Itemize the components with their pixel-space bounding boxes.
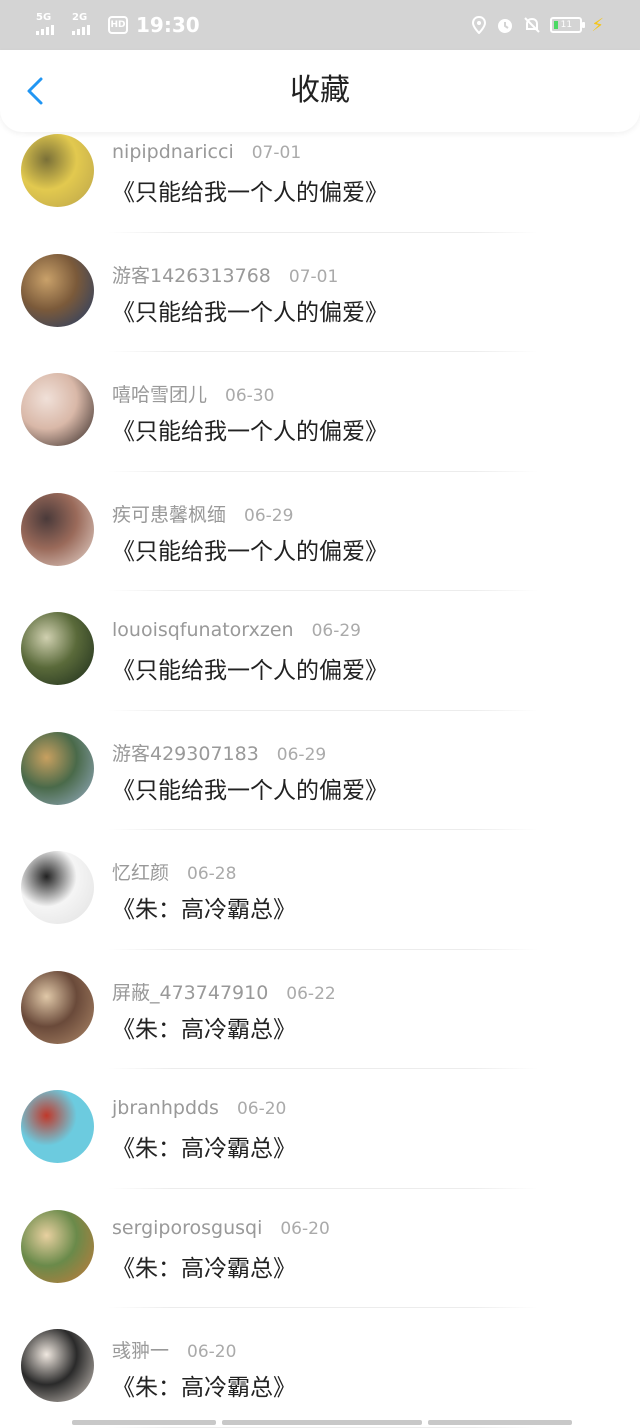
item-meta: 嘻哈雪团儿 06-30 <box>112 380 275 407</box>
item-meta: 疾可患馨枫缅 06-29 <box>112 500 294 527</box>
book-title[interactable]: 《只能给我一个人的偏爱》 <box>112 532 388 566</box>
list-item[interactable]: 忆红颜 06-28 《朱：高冷霸总》 <box>0 830 640 950</box>
list-item[interactable]: 屏蔽_473747910 06-22 《朱：高冷霸总》 <box>0 950 640 1069</box>
signal-5g-icon: 5G <box>36 13 64 37</box>
username[interactable]: 游客1426313768 <box>112 261 271 288</box>
book-title[interactable]: 《朱：高冷霸总》 <box>112 1010 296 1044</box>
avatar[interactable] <box>21 970 94 1044</box>
list-item[interactable]: 游客1426313768 07-01 《只能给我一个人的偏爱》 <box>0 233 640 352</box>
book-title[interactable]: 《朱：高冷霸总》 <box>112 1368 296 1402</box>
list-item[interactable]: nipipdnaricci 07-01 《只能给我一个人的偏爱》 <box>0 113 640 233</box>
username[interactable]: jbranhpdds <box>112 1097 219 1119</box>
battery-icon: 11 <box>550 17 586 33</box>
date: 06-20 <box>187 1342 237 1362</box>
date: 06-30 <box>225 386 275 406</box>
list-item[interactable]: louoisqfunatorxzen 06-29 《只能给我一个人的偏爱》 <box>0 591 640 711</box>
book-title[interactable]: 《只能给我一个人的偏爱》 <box>112 293 388 327</box>
charging-icon: ⚡ <box>591 14 604 36</box>
username[interactable]: 嘻哈雪团儿 <box>112 380 207 407</box>
signal-2g-icon: 2G <box>72 13 100 37</box>
hd-icon: HD <box>108 16 128 34</box>
status-bar-right: 11 ⚡ <box>471 0 604 50</box>
date: 06-28 <box>187 864 237 884</box>
avatar[interactable] <box>21 851 94 924</box>
avatar[interactable] <box>21 731 94 805</box>
item-meta: 游客429307183 06-29 <box>112 739 327 766</box>
date: 06-29 <box>244 505 294 526</box>
username[interactable]: 忆红颜 <box>112 858 169 885</box>
list-item[interactable]: 游客429307183 06-29 《只能给我一个人的偏爱》 <box>0 711 640 830</box>
item-meta: jbranhpdds 06-20 <box>112 1097 286 1121</box>
username[interactable]: sergiporosgusqi <box>112 1217 262 1239</box>
book-title[interactable]: 《只能给我一个人的偏爱》 <box>112 412 388 446</box>
battery-level: 11 <box>560 20 573 30</box>
username[interactable]: nipipdnaricci <box>112 141 234 163</box>
book-title[interactable]: 《只能给我一个人的偏爱》 <box>112 173 388 207</box>
list-item[interactable]: sergiporosgusqi 06-20 《朱：高冷霸总》 <box>0 1189 640 1308</box>
location-icon <box>472 16 487 34</box>
username[interactable]: 疾可患馨枫缅 <box>112 500 226 527</box>
avatar[interactable] <box>21 612 94 685</box>
avatar[interactable] <box>21 1209 94 1283</box>
list-item[interactable]: 疾可患馨枫缅 06-29 《只能给我一个人的偏爱》 <box>0 472 640 591</box>
username[interactable]: 游客429307183 <box>112 739 259 766</box>
book-title[interactable]: 《朱：高冷霸总》 <box>112 890 296 924</box>
avatar[interactable] <box>21 373 94 446</box>
status-time: 19:30 <box>136 13 200 37</box>
network-label-2: 2G <box>72 12 88 23</box>
status-bar: 5G 2G HD 19:30 11 ⚡ <box>0 0 640 50</box>
date: 06-29 <box>311 621 361 641</box>
list-item[interactable]: 嘻哈雪团儿 06-30 《只能给我一个人的偏爱》 <box>0 352 640 472</box>
item-meta: louoisqfunatorxzen 06-29 <box>112 619 361 643</box>
date: 06-20 <box>280 1218 330 1239</box>
item-meta: nipipdnaricci 07-01 <box>112 141 301 165</box>
avatar[interactable] <box>21 1090 94 1163</box>
avatar[interactable] <box>21 253 94 327</box>
username[interactable]: 屏蔽_473747910 <box>112 978 268 1005</box>
scroll-indicator <box>72 1420 572 1425</box>
list-item[interactable]: 彧翀一 06-20 《朱：高冷霸总》 <box>0 1308 640 1428</box>
username[interactable]: louoisqfunatorxzen <box>112 619 294 641</box>
username[interactable]: 彧翀一 <box>112 1336 169 1363</box>
item-meta: sergiporosgusqi 06-20 <box>112 1217 330 1241</box>
item-meta: 忆红颜 06-28 <box>112 858 237 885</box>
date: 06-20 <box>236 1099 287 1119</box>
date: 06-29 <box>276 744 327 765</box>
date: 06-22 <box>286 983 336 1004</box>
favorites-list: nipipdnaricci 07-01 《只能给我一个人的偏爱》 游客14263137… <box>0 113 640 1428</box>
date: 07-01 <box>251 143 302 163</box>
date: 07-01 <box>288 266 339 287</box>
item-meta: 游客1426313768 07-01 <box>112 261 339 288</box>
book-title[interactable]: 《只能给我一个人的偏爱》 <box>112 651 388 685</box>
avatar[interactable] <box>21 134 94 207</box>
book-title[interactable]: 《朱：高冷霸总》 <box>112 1129 296 1163</box>
status-bar-left: 5G 2G HD 19:30 <box>36 0 200 50</box>
alarm-icon <box>498 19 513 33</box>
avatar[interactable] <box>21 1329 94 1402</box>
item-meta: 屏蔽_473747910 06-22 <box>112 978 336 1005</box>
list-item[interactable]: jbranhpdds 06-20 《朱：高冷霸总》 <box>0 1069 640 1189</box>
item-meta: 彧翀一 06-20 <box>112 1336 237 1363</box>
book-title[interactable]: 《朱：高冷霸总》 <box>112 1249 296 1283</box>
network-label-1: 5G <box>36 12 52 23</box>
mute-icon <box>524 17 541 33</box>
avatar[interactable] <box>21 492 94 566</box>
book-title[interactable]: 《只能给我一个人的偏爱》 <box>112 771 388 805</box>
